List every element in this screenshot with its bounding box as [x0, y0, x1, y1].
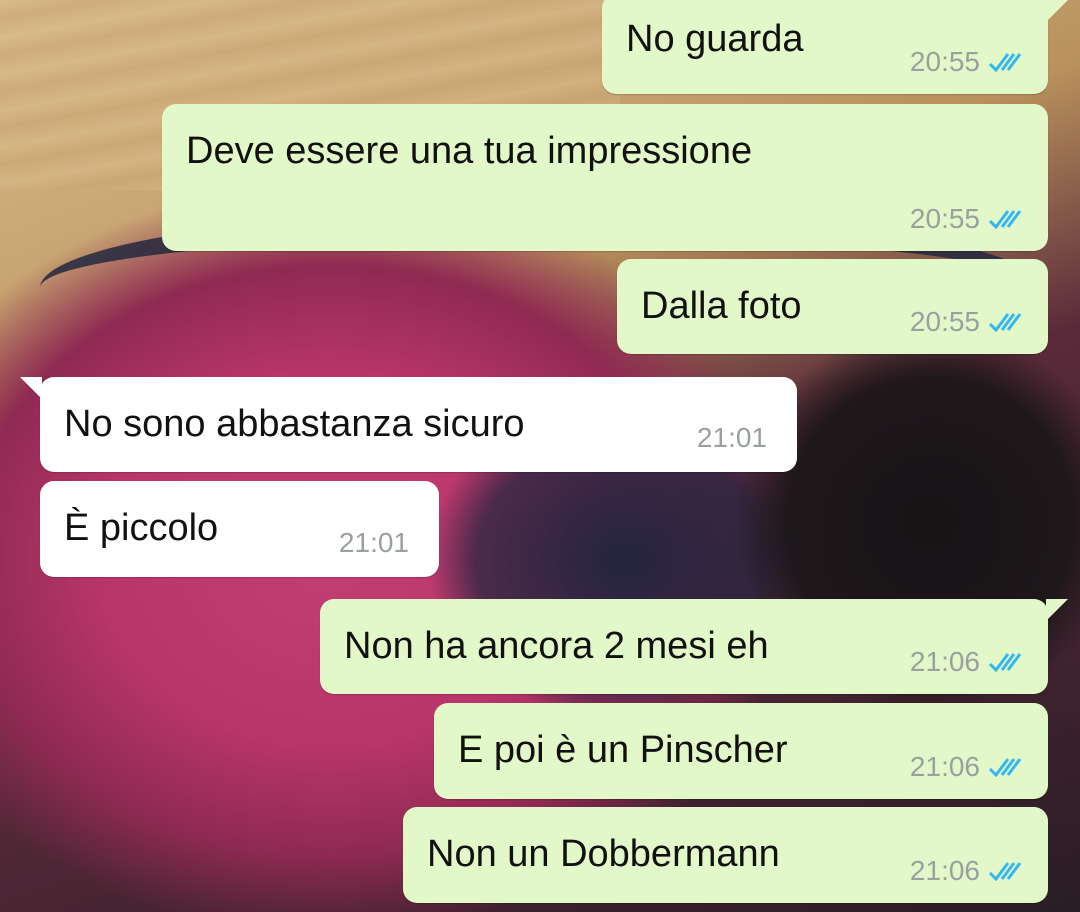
message-text: Non un Dobbermann	[427, 833, 780, 875]
message-meta: 21:06	[910, 751, 1026, 783]
message-outgoing[interactable]: Deve essere una tua impressione 20:55	[162, 104, 1048, 251]
message-meta: 20:55	[910, 203, 1026, 235]
double-check-icon	[988, 862, 1022, 882]
message-time: 21:06	[909, 855, 980, 886]
message-incoming[interactable]: È piccolo 21:01	[40, 481, 439, 577]
message-meta: 20:55	[910, 306, 1026, 338]
message-outgoing[interactable]: Non ha ancora 2 mesi eh 21:06	[320, 599, 1048, 694]
message-meta: 20:55	[910, 46, 1026, 78]
message-text: Dalla foto	[641, 285, 802, 327]
message-text: Deve essere una tua impressione	[186, 130, 753, 172]
message-meta: 21:06	[910, 646, 1026, 678]
message-text: E poi è un Pinscher	[458, 729, 788, 771]
double-check-icon	[988, 653, 1022, 673]
message-time: 20:55	[909, 203, 980, 234]
message-text: Non ha ancora 2 mesi eh	[344, 625, 769, 667]
message-outgoing[interactable]: E poi è un Pinscher 21:06	[434, 703, 1048, 799]
message-time: 21:06	[909, 646, 980, 677]
message-meta: 21:01	[339, 527, 409, 559]
message-text: No guarda	[626, 18, 804, 60]
message-meta: 21:01	[697, 422, 767, 454]
bubble-tail	[1046, 599, 1068, 621]
double-check-icon	[988, 758, 1022, 778]
message-time: 20:55	[909, 306, 980, 337]
message-outgoing[interactable]: Non un Dobbermann 21:06	[403, 807, 1048, 903]
bubble-tail	[20, 377, 42, 399]
message-text: È piccolo	[64, 507, 219, 549]
message-outgoing[interactable]: Dalla foto 20:55	[617, 259, 1048, 354]
message-time: 21:01	[338, 527, 409, 558]
message-time: 21:01	[696, 422, 767, 453]
message-incoming[interactable]: No sono abbastanza sicuro 21:01	[40, 377, 797, 472]
double-check-icon	[988, 210, 1022, 230]
double-check-icon	[988, 53, 1022, 73]
message-time: 21:06	[909, 751, 980, 782]
double-check-icon	[988, 313, 1022, 333]
message-outgoing[interactable]: No guarda 20:55	[602, 0, 1048, 94]
message-meta: 21:06	[910, 855, 1026, 887]
message-time: 20:55	[909, 46, 980, 77]
message-text: No sono abbastanza sicuro	[64, 403, 525, 445]
bubble-tail	[1046, 0, 1068, 22]
